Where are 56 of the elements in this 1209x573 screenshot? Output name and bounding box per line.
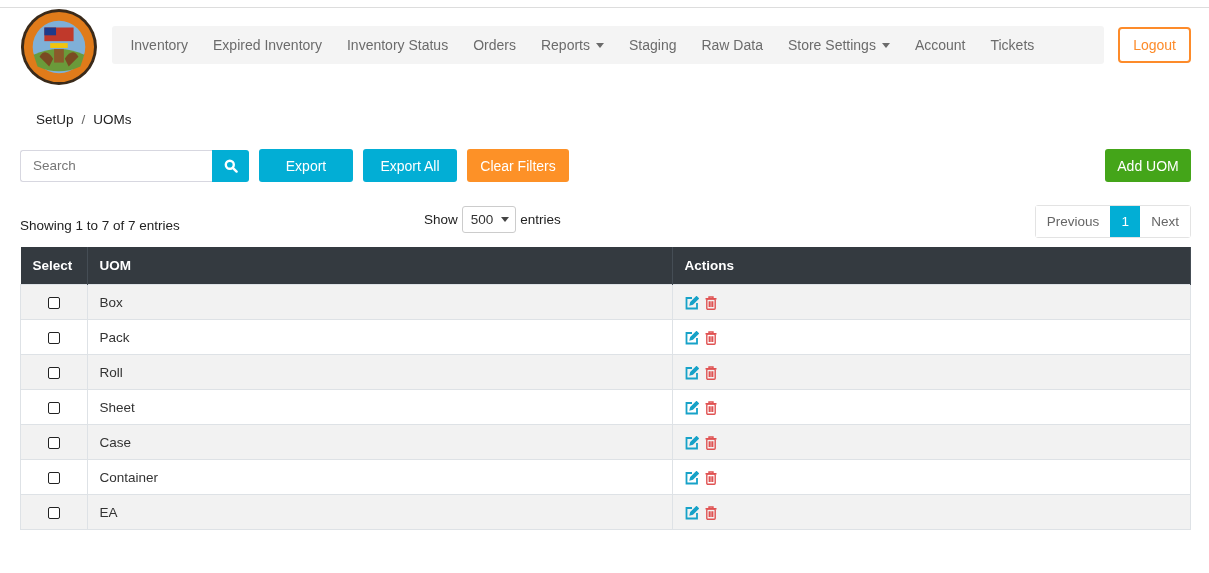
edit-icon[interactable]: [684, 400, 699, 415]
delete-icon[interactable]: [704, 435, 717, 450]
delete-icon[interactable]: [704, 470, 717, 485]
search-icon: [223, 158, 238, 173]
edit-icon[interactable]: [684, 435, 699, 450]
row-checkbox[interactable]: [47, 366, 60, 379]
nav-link[interactable]: Orders: [460, 37, 529, 53]
edit-icon[interactable]: [684, 295, 699, 310]
page-button[interactable]: 1: [1110, 206, 1141, 237]
breadcrumb-item: UOMs: [93, 112, 132, 129]
edit-icon[interactable]: [684, 330, 699, 345]
edit-icon[interactable]: [684, 505, 699, 520]
nav-link[interactable]: Inventory: [117, 37, 201, 53]
table-cell: Pack: [87, 319, 672, 355]
nav-link[interactable]: Store Settings: [775, 37, 903, 53]
breadcrumb-item[interactable]: SetUp: [36, 112, 74, 132]
search-field[interactable]: Search: [20, 149, 212, 182]
entries-info: Showing 1 to 7 of 7 entries: [20, 218, 181, 233]
row-checkbox[interactable]: [47, 471, 60, 484]
row-checkbox[interactable]: [47, 436, 60, 449]
row-checkbox[interactable]: [47, 331, 60, 344]
toolbar-button[interactable]: Export All: [363, 149, 457, 182]
nav-link[interactable]: Staging: [616, 37, 689, 53]
delete-icon[interactable]: [704, 330, 717, 345]
table-cell: Case: [87, 424, 672, 460]
row-checkbox[interactable]: [47, 401, 60, 414]
table-cell: EA: [87, 494, 672, 530]
row-checkbox[interactable]: [47, 506, 60, 519]
toolbar-button[interactable]: Export: [259, 149, 353, 182]
edit-icon[interactable]: [684, 470, 699, 485]
delete-icon[interactable]: [704, 400, 717, 415]
row-checkbox[interactable]: [47, 296, 60, 309]
column-header: Select: [20, 247, 87, 285]
page-size-select[interactable]: 500: [461, 206, 517, 233]
column-header: Actions: [672, 247, 1191, 285]
delete-icon[interactable]: [704, 365, 717, 380]
column-header: UOM: [87, 247, 672, 285]
add-button[interactable]: Add UOM: [1105, 149, 1191, 182]
nav-link[interactable]: Tickets: [977, 37, 1047, 53]
nav-link[interactable]: Inventory Status: [334, 37, 461, 53]
nav-link[interactable]: Expired Inventory: [200, 37, 335, 53]
nav-link[interactable]: Account: [902, 37, 978, 53]
table-cell: Box: [87, 284, 672, 320]
delete-icon[interactable]: [704, 295, 717, 310]
nav-link[interactable]: Reports: [528, 37, 617, 53]
length-label: Show: [424, 211, 458, 227]
nav-link[interactable]: Raw Data: [688, 37, 776, 53]
seal-icon: [20, 8, 98, 86]
table-cell: Roll: [87, 354, 672, 390]
edit-icon[interactable]: [684, 365, 699, 380]
delete-icon[interactable]: [704, 505, 717, 520]
length-label: entries: [520, 211, 561, 227]
table-cell: Sheet: [87, 389, 672, 425]
breadcrumb-separator: /: [81, 112, 86, 129]
search-button[interactable]: [212, 149, 249, 182]
table-cell: Container: [87, 459, 672, 495]
